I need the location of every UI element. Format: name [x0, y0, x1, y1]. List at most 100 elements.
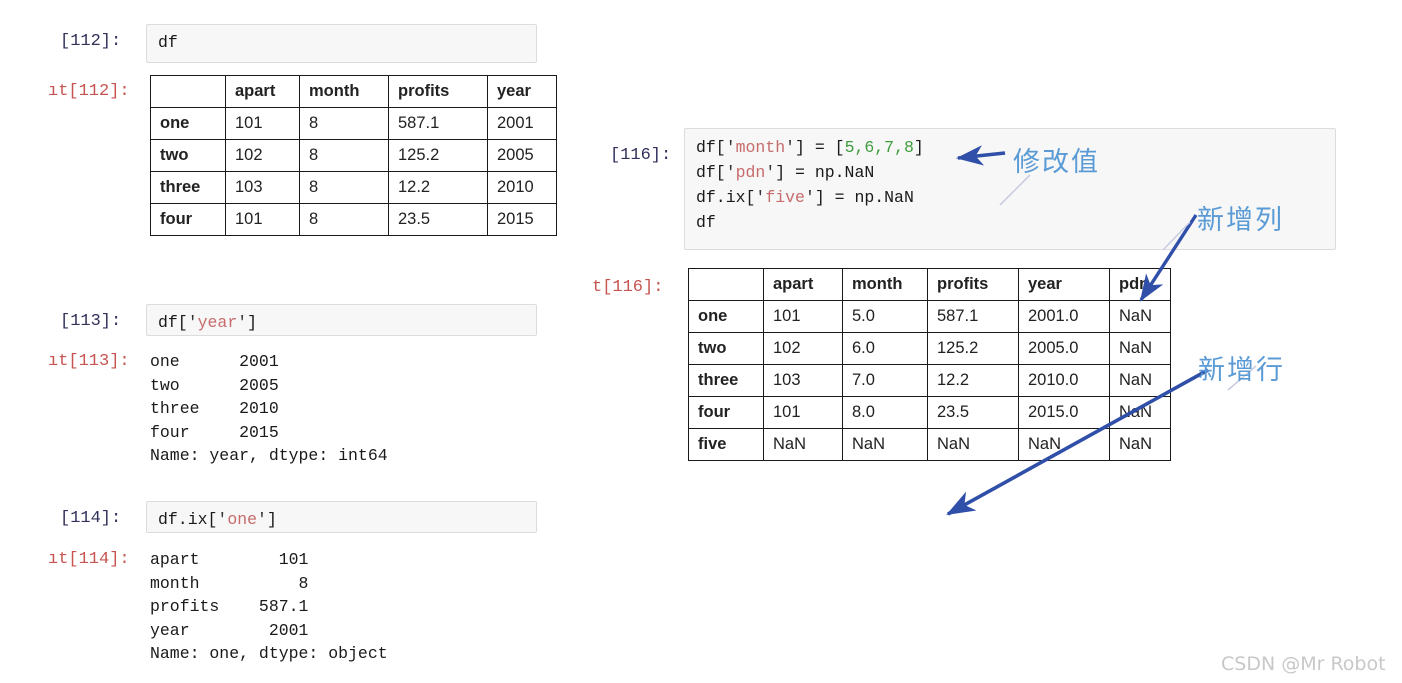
- table-row: four 101 8.0 23.5 2015.0 NaN: [688, 396, 1171, 429]
- cell-three-month: 8: [299, 171, 389, 204]
- cell-five-year: NaN: [1018, 428, 1110, 461]
- column-header-year: year: [1018, 268, 1110, 301]
- csdn-watermark: CSDN @Mr Robot: [1221, 653, 1386, 675]
- dataframe-table-112: apart month profits year one 101 8 587.1…: [150, 75, 557, 236]
- row-index-one: one: [688, 300, 764, 333]
- cell-one-month: 8: [299, 107, 389, 140]
- code-line-1-num: 5,6,7,8: [844, 138, 914, 157]
- code-cell-113[interactable]: df['year']: [146, 304, 537, 336]
- table-corner-cell: [150, 75, 226, 108]
- cell-one-profits: 587.1: [388, 107, 488, 140]
- code-line-1-post: ]: [913, 138, 924, 157]
- column-header-profits: profits: [927, 268, 1019, 301]
- cell-one-profits: 587.1: [927, 300, 1019, 333]
- cell-two-apart: 102: [225, 139, 300, 172]
- code-string-113: year: [197, 313, 238, 332]
- output-text-114: apart 101 month 8 profits 587.1 year 200…: [150, 550, 388, 663]
- table-row: one 101 5.0 587.1 2001.0 NaN: [688, 300, 1171, 333]
- cell-five-pdn: NaN: [1109, 428, 1171, 461]
- row-index-two: two: [150, 139, 226, 172]
- code-cell-114[interactable]: df.ix['one']: [146, 501, 537, 533]
- column-header-month: month: [299, 75, 389, 108]
- cell-five-month: NaN: [842, 428, 928, 461]
- code-quote-close-113: ': [237, 313, 248, 332]
- cell-three-apart: 103: [225, 171, 300, 204]
- cell-two-month: 6.0: [842, 332, 928, 365]
- code-line-2-q2: ': [765, 163, 776, 182]
- code-text-114-suffix: ]: [266, 510, 277, 529]
- table-row: three 103 8 12.2 2010: [150, 171, 557, 204]
- code-quote-close-114: ': [257, 510, 267, 529]
- code-text-112: df: [158, 33, 178, 52]
- cell-two-year: 2005.0: [1018, 332, 1110, 365]
- code-cell-112[interactable]: df: [146, 24, 537, 63]
- cell-one-pdn: NaN: [1109, 300, 1171, 333]
- annotation-new-row: 新增行: [1198, 355, 1285, 386]
- annotation-modify-value: 修改值: [1013, 147, 1100, 178]
- code-line-1-q1: ': [725, 138, 736, 157]
- in-prompt-112: [112]:: [60, 32, 122, 51]
- code-line-1-q2: ': [785, 138, 796, 157]
- column-header-apart: apart: [225, 75, 300, 108]
- code-line-1-mid: ] = [: [795, 138, 845, 157]
- code-line-2: df['pdn'] = np.NaN: [696, 163, 874, 182]
- table-row: three 103 7.0 12.2 2010.0 NaN: [688, 364, 1171, 397]
- column-header-profits: profits: [388, 75, 488, 108]
- row-index-five: five: [688, 428, 764, 461]
- cell-four-apart: 101: [225, 203, 300, 236]
- table-row: two 102 8 125.2 2005: [150, 139, 557, 172]
- code-line-3-pre: df.ix[: [696, 188, 756, 207]
- cell-two-month: 8: [299, 139, 389, 172]
- code-line-2-str: pdn: [735, 163, 766, 182]
- code-line-2-pre: df[: [696, 163, 726, 182]
- column-header-year: year: [487, 75, 557, 108]
- cell-four-profits: 23.5: [388, 203, 488, 236]
- code-line-3-str: five: [765, 188, 805, 207]
- cell-five-profits: NaN: [927, 428, 1019, 461]
- cell-one-year: 2001: [487, 107, 557, 140]
- code-text-113-prefix: df[: [158, 313, 188, 332]
- table-row: four 101 8 23.5 2015: [150, 203, 557, 236]
- annotation-new-column: 新增列: [1197, 205, 1284, 236]
- cell-four-month: 8: [299, 203, 389, 236]
- cell-four-apart: 101: [763, 396, 843, 429]
- table-header-row: apart month profits year: [150, 75, 557, 108]
- row-index-three: three: [150, 171, 226, 204]
- out-prompt-116: t[116]:: [592, 278, 664, 297]
- column-header-apart: apart: [763, 268, 843, 301]
- cell-four-pdn: NaN: [1109, 396, 1171, 429]
- code-text-114-prefix: df.ix[: [158, 510, 218, 529]
- cell-four-year: 2015.0: [1018, 396, 1110, 429]
- out-prompt-113: ıt[113]:: [48, 352, 130, 371]
- cell-two-profits: 125.2: [388, 139, 488, 172]
- cell-two-year: 2005: [487, 139, 557, 172]
- cell-four-profits: 23.5: [927, 396, 1019, 429]
- cell-three-pdn: NaN: [1109, 364, 1171, 397]
- code-line-3-q1: ': [755, 188, 766, 207]
- table-header-row: apart month profits year pdn: [688, 268, 1171, 301]
- cell-one-month: 5.0: [842, 300, 928, 333]
- table-row: two 102 6.0 125.2 2005.0 NaN: [688, 332, 1171, 365]
- cell-three-profits: 12.2: [388, 171, 488, 204]
- cell-four-month: 8.0: [842, 396, 928, 429]
- column-header-pdn: pdn: [1109, 268, 1171, 301]
- code-line-2-mid: ] = np.NaN: [775, 163, 875, 182]
- code-line-2-q1: ': [725, 163, 736, 182]
- code-line-1-pre: df[: [696, 138, 726, 157]
- row-index-three: three: [688, 364, 764, 397]
- code-line-1: df['month'] = [5,6,7,8]: [696, 138, 924, 157]
- column-header-month: month: [842, 268, 928, 301]
- table-row: five NaN NaN NaN NaN NaN: [688, 428, 1171, 461]
- cell-four-year: 2015: [487, 203, 557, 236]
- cell-two-apart: 102: [763, 332, 843, 365]
- cell-one-apart: 101: [763, 300, 843, 333]
- code-quote-open-113: ': [187, 313, 198, 332]
- cell-three-year: 2010.0: [1018, 364, 1110, 397]
- dataframe-table-116: apart month profits year pdn one 101 5.0…: [688, 268, 1171, 461]
- code-quote-open-114: ': [217, 510, 228, 529]
- code-string-114: one: [227, 510, 258, 529]
- cell-three-apart: 103: [763, 364, 843, 397]
- row-index-two: two: [688, 332, 764, 365]
- table-row: one 101 8 587.1 2001: [150, 107, 557, 140]
- in-prompt-113: [113]:: [60, 312, 122, 331]
